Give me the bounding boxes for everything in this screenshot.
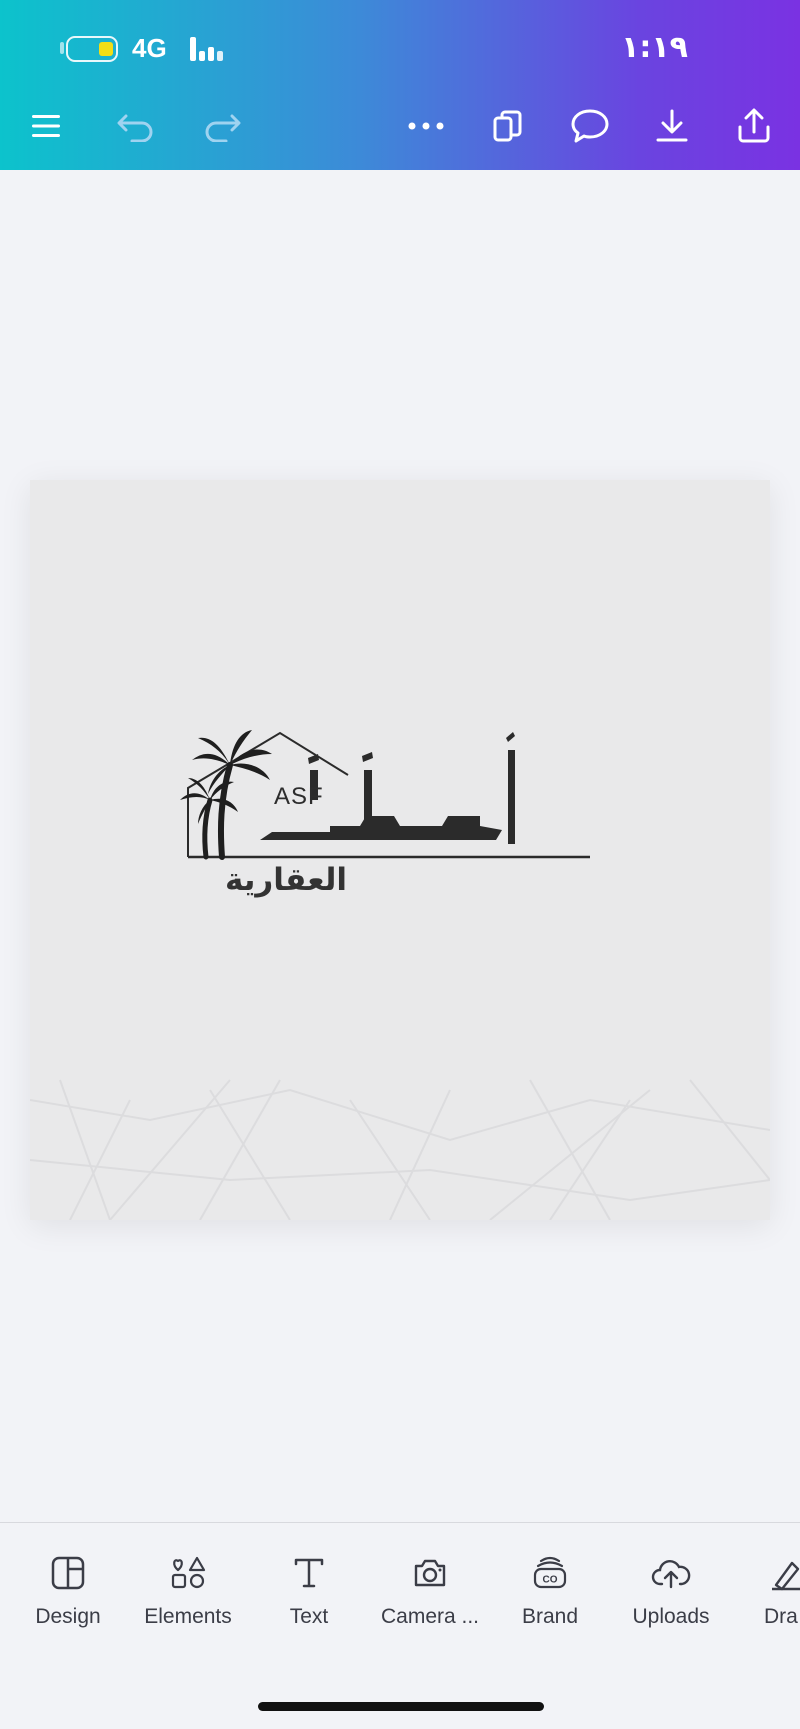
design-icon <box>51 1556 85 1590</box>
tab-camera[interactable]: Camera ... <box>370 1551 490 1641</box>
battery-icon <box>66 36 118 62</box>
asf-logo[interactable]: ASF العقارية <box>180 730 680 930</box>
tab-uploads[interactable]: Uploads <box>611 1551 731 1641</box>
redo-button[interactable] <box>194 98 250 154</box>
battery-nub <box>60 42 64 54</box>
tab-design[interactable]: Design <box>8 1551 128 1641</box>
svg-text:CO: CO <box>543 1575 558 1586</box>
tab-brand-label: Brand <box>521 1605 579 1628</box>
bottom-tab-bar: Design Elements Text Camera ... CO Brand… <box>0 1522 800 1729</box>
download-icon <box>656 109 688 142</box>
menu-button[interactable] <box>18 98 74 154</box>
tab-text[interactable]: Text <box>249 1551 369 1641</box>
uploads-icon <box>651 1560 691 1589</box>
editor-canvas[interactable]: ASF العقارية <box>0 170 800 1522</box>
tab-brand[interactable]: CO Brand <box>490 1551 610 1641</box>
tab-draw-label: Dra <box>764 1605 798 1628</box>
undo-icon <box>117 114 153 142</box>
tab-elements-label: Elements <box>144 1605 232 1628</box>
comment-icon <box>571 109 609 143</box>
tab-design-label: Design <box>35 1605 101 1628</box>
signal-icon <box>190 35 230 61</box>
camera-icon <box>414 1559 446 1587</box>
design-page[interactable]: ASF العقارية <box>30 480 770 1220</box>
logo-latin-text: ASF <box>274 783 324 810</box>
home-indicator[interactable] <box>258 1702 544 1711</box>
status-time: ١:١٩ <box>621 30 688 65</box>
tab-text-label: Text <box>289 1605 329 1628</box>
download-button[interactable] <box>644 98 700 154</box>
draw-icon <box>772 1561 800 1591</box>
text-icon <box>294 1558 324 1588</box>
tab-camera-label: Camera ... <box>380 1605 480 1628</box>
battery-level <box>99 42 113 56</box>
status-bar: 4G ١:١٩ <box>0 28 800 68</box>
tab-uploads-label: Uploads <box>632 1605 710 1628</box>
logo-arabic-subtitle: العقارية <box>224 862 347 898</box>
menu-icon <box>32 115 60 137</box>
elements-icon <box>171 1556 206 1589</box>
pages-icon <box>493 110 522 142</box>
more-button[interactable] <box>398 98 454 154</box>
brand-icon: CO <box>533 1556 567 1589</box>
share-icon <box>738 108 770 143</box>
undo-button[interactable] <box>108 98 164 154</box>
pages-button[interactable] <box>480 98 536 154</box>
more-icon <box>408 122 444 130</box>
comment-button[interactable] <box>562 98 618 154</box>
logo-artwork <box>180 730 590 860</box>
redo-icon <box>205 114 241 142</box>
tab-draw[interactable]: Dra <box>732 1551 800 1641</box>
tab-elements[interactable]: Elements <box>128 1551 248 1641</box>
share-button[interactable] <box>726 98 782 154</box>
editor-toolbar <box>0 98 800 154</box>
network-type: 4G <box>132 33 167 63</box>
top-bar: 4G ١:١٩ <box>0 0 800 170</box>
